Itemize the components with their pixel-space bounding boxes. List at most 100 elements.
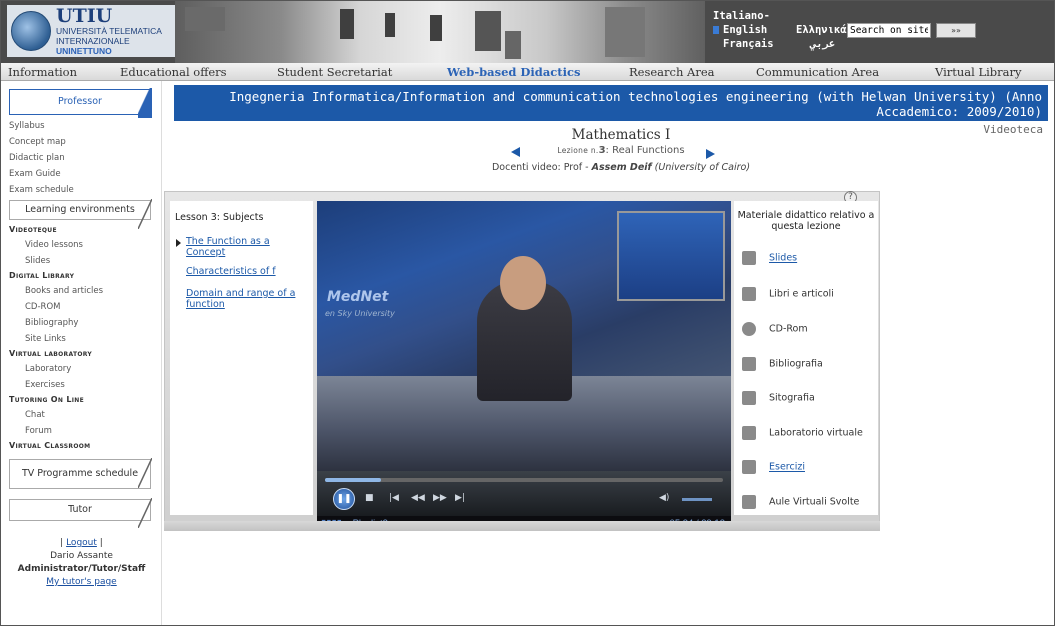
video-frame[interactable]: MedNet en Sky University [317, 201, 731, 471]
next-lesson-icon[interactable] [706, 149, 715, 159]
sidebar-link-chat[interactable]: Chat [25, 410, 45, 420]
pause-button[interactable]: ❚❚ [333, 488, 355, 510]
sidebar-link-syllabus[interactable]: Syllabus [9, 121, 45, 131]
lang-english-row[interactable]: English [713, 23, 774, 37]
header-banner-image [175, 1, 705, 63]
lang-francais[interactable]: Français [713, 37, 774, 51]
sitography-icon [742, 391, 756, 405]
book-icon [742, 287, 756, 301]
logo-subtitle-line2: INTERNAZIONALE [56, 35, 130, 46]
sidebar-link-exam-schedule[interactable]: Exam schedule [9, 185, 74, 195]
sidebar-link-site-links[interactable]: Site Links [25, 334, 66, 344]
my-tutor-page-link[interactable]: My tutor's page [1, 576, 162, 589]
fast-forward-icon[interactable]: ▶▶ [433, 493, 447, 503]
sidebar-link-exercises[interactable]: Exercises [25, 380, 65, 390]
sidebar-tv-schedule-button[interactable]: TV Programme schedule [9, 458, 152, 489]
sidebar-link-didactic-plan[interactable]: Didactic plan [9, 153, 65, 163]
lesson-title: Mathematics I [571, 127, 671, 143]
logout-link[interactable]: Logout [66, 538, 97, 548]
materials-panel: Materiale didattico relativo a questa le… [734, 201, 878, 515]
sidebar-link-laboratory[interactable]: Laboratory [25, 364, 71, 374]
current-subject-pointer-icon [176, 239, 181, 247]
material-exercises-label[interactable]: Esercizi [769, 462, 805, 473]
subject-link-1[interactable]: The Function as a Concept [186, 236, 311, 258]
video-player: MedNet en Sky University ❚❚ ■ |◀ ◀◀ ▶▶ ▶… [317, 201, 731, 531]
sidebar-heading-virtual-laboratory[interactable]: Virtual laboratory [9, 349, 92, 358]
site-logo[interactable]: UTIU UNIVERSITÀ TELEMATICA INTERNAZIONAL… [7, 5, 175, 57]
sidebar-link-bibliography[interactable]: Bibliography [25, 318, 78, 328]
subject-link-3[interactable]: Domain and range of a function [186, 288, 311, 310]
video-logo: MedNet [327, 289, 389, 305]
subjects-title: Lesson 3: Subjects [175, 212, 264, 223]
logo-subtitle-brand: UNINETTUNO [56, 45, 112, 56]
next-track-icon[interactable]: ▶| [455, 493, 465, 503]
main-nav: Information Educational offers Student S… [1, 63, 1054, 81]
material-virtual-classrooms: Aule Virtuali Svolte [742, 495, 859, 509]
nav-communication-area[interactable]: Communication Area [756, 65, 879, 79]
sidebar-link-cdrom[interactable]: CD-ROM [25, 302, 60, 312]
sidebar-link-forum[interactable]: Forum [25, 426, 52, 436]
nav-information[interactable]: Information [8, 65, 77, 79]
studio-screen [617, 211, 725, 301]
volume-slider[interactable] [682, 498, 712, 501]
player-controls: ❚❚ ■ |◀ ◀◀ ▶▶ ▶| ◀) [317, 471, 731, 516]
lang-italiano[interactable]: Italiano- [713, 9, 774, 23]
lab-icon [742, 426, 756, 440]
sidebar-link-concept-map[interactable]: Concept map [9, 137, 66, 147]
lecturer-label: Docenti video: Prof - [491, 162, 592, 173]
rewind-icon[interactable]: ◀◀ [411, 493, 425, 503]
globe-icon [11, 11, 51, 51]
material-sitography-label: Sitografia [769, 392, 815, 404]
video-caption: en Sky University [325, 309, 395, 318]
nav-web-based-didactics[interactable]: Web-based Didactics [447, 65, 580, 79]
sidebar-tutor-button[interactable]: Tutor [9, 498, 152, 528]
flag-icon [713, 26, 719, 34]
material-virtual-lab: Laboratorio virtuale [742, 426, 863, 440]
nav-virtual-library[interactable]: Virtual Library [935, 65, 1022, 79]
material-cdrom: CD-Rom [742, 322, 808, 336]
lesson-name: : Real Functions [605, 145, 685, 156]
user-panel: | Logout | Dario Assante Administrator/T… [1, 537, 162, 589]
sidebar-link-video-lessons[interactable]: Video lessons [25, 240, 83, 250]
classroom-icon [742, 495, 756, 509]
sidebar-tutor-label: Tutor [68, 504, 92, 515]
material-exercises[interactable]: Esercizi [742, 460, 805, 474]
sidebar-heading-digital-library[interactable]: Digital Library [9, 271, 74, 280]
nav-educational-offers[interactable]: Educational offers [120, 65, 227, 79]
material-virtual-classrooms-label: Aule Virtuali Svolte [769, 496, 860, 508]
material-slides[interactable]: Slides [742, 251, 797, 265]
lang-arabic[interactable]: عربي [810, 37, 847, 51]
volume-icon[interactable]: ◀) [659, 493, 669, 503]
sidebar-heading-videoteque[interactable]: Videoteque [9, 225, 57, 234]
slides-icon [742, 251, 756, 265]
sidebar-heading-virtual-classroom[interactable]: Virtual Classroom [9, 441, 90, 450]
sidebar-heading-tutoring[interactable]: Tutoring On Line [9, 395, 84, 404]
seek-bar[interactable] [325, 478, 723, 482]
sidebar-link-books[interactable]: Books and articles [25, 286, 103, 296]
lang-greek[interactable]: Ελληνικά [796, 23, 847, 37]
nav-research-area[interactable]: Research Area [629, 65, 715, 79]
previous-track-icon[interactable]: |◀ [389, 493, 399, 503]
lang-english[interactable]: English [723, 24, 767, 36]
logo-subtitle-line1: UNIVERSITÀ TELEMATICA [56, 25, 162, 36]
sidebar-learning-environments-button[interactable]: Learning environments [9, 199, 152, 229]
site-header: UTIU UNIVERSITÀ TELEMATICA INTERNAZIONAL… [1, 1, 1054, 63]
material-bibliography: Bibliografia [742, 357, 823, 371]
sidebar-professor-button[interactable]: Professor [9, 88, 152, 118]
stop-icon[interactable]: ■ [365, 493, 374, 503]
logo-name: UTIU [56, 4, 113, 27]
material-bibliography-label: Bibliografia [769, 358, 823, 370]
exercises-icon [742, 460, 756, 474]
sidebar-link-slides[interactable]: Slides [25, 256, 50, 266]
search-button[interactable]: »» [936, 23, 976, 38]
nav-student-secretariat[interactable]: Student Secretariat [277, 65, 392, 79]
subjects-panel: Lesson 3: Subjects The Function as a Con… [170, 201, 313, 515]
bibliography-icon [742, 357, 756, 371]
search-input[interactable] [847, 23, 931, 38]
subject-link-2[interactable]: Characteristics of f [186, 266, 311, 277]
lecturer-info: Docenti video: Prof - Assem Deif (Univer… [421, 162, 821, 173]
sidebar-link-exam-guide[interactable]: Exam Guide [9, 169, 61, 179]
sidebar-learning-environments-label: Learning environments [25, 204, 135, 215]
material-slides-label[interactable]: Slides [769, 253, 797, 264]
logo-subtitle: UNIVERSITÀ TELEMATICA INTERNAZIONALE UNI… [56, 26, 175, 56]
